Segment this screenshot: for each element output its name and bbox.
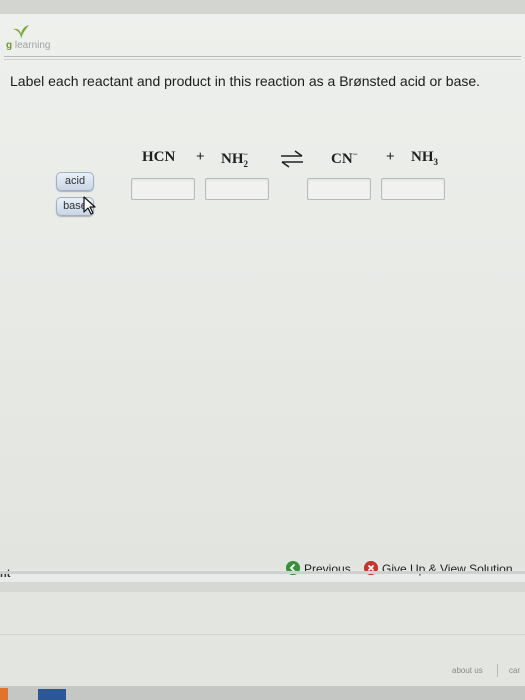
- drop-target-hcn[interactable]: [131, 178, 195, 200]
- reactant-nh2-base: NH: [221, 151, 244, 167]
- drop-target-cn[interactable]: [307, 178, 371, 200]
- page-footer: about us car: [0, 592, 525, 700]
- product-nh3: NH3: [411, 149, 438, 173]
- content-page: [0, 14, 525, 570]
- acid-chip[interactable]: acid: [56, 172, 94, 191]
- about-us-link[interactable]: about us: [452, 666, 483, 675]
- header-divider: [4, 56, 521, 57]
- equilibrium-arrow-icon: [281, 150, 303, 168]
- question-prompt: Label each reactant and product in this …: [10, 73, 481, 89]
- left-nav-fragment[interactable]: nt: [0, 568, 10, 580]
- plus-sign-1: +: [196, 149, 205, 165]
- drop-target-nh3[interactable]: [381, 178, 445, 200]
- browser-top-edge: [0, 0, 525, 14]
- give-up-button[interactable]: Give Up & View Solution: [364, 560, 513, 578]
- taskbar-app-icon[interactable]: [0, 688, 8, 700]
- product-cn-charge: −: [352, 149, 358, 159]
- drop-target-nh2[interactable]: [205, 178, 269, 200]
- brand-wordmark: learning: [14, 40, 51, 51]
- footer-divider: [0, 634, 525, 635]
- footer-link-truncated[interactable]: car: [509, 666, 520, 675]
- product-nh3-base: NH: [411, 149, 434, 165]
- bottom-divider: [0, 571, 525, 574]
- os-taskbar: [0, 686, 525, 700]
- plus-sign-2: +: [386, 149, 395, 165]
- product-nh3-subscript: 3: [433, 157, 439, 167]
- brand-prefix: g: [6, 40, 13, 51]
- product-cn-base: CN: [331, 151, 353, 167]
- brand-name: g learning: [6, 40, 50, 51]
- brand-logo[interactable]: g learning: [6, 24, 66, 58]
- mouse-cursor-icon: [83, 196, 96, 215]
- reactant-nh2-charge: −: [243, 149, 249, 159]
- bottom-band: [0, 582, 525, 592]
- reactant-hcn: HCN: [142, 149, 176, 165]
- previous-button[interactable]: Previous: [286, 560, 351, 578]
- reactant-nh2-minus: NH2−: [221, 149, 248, 173]
- leaf-logo-icon: [13, 25, 29, 39]
- header-divider-secondary: [4, 59, 521, 60]
- reactant-nh2-subscript: 2: [243, 159, 249, 169]
- word-app-icon[interactable]: [38, 689, 66, 700]
- product-cn-minus: CN−: [331, 149, 358, 173]
- footer-link-separator: [497, 664, 498, 677]
